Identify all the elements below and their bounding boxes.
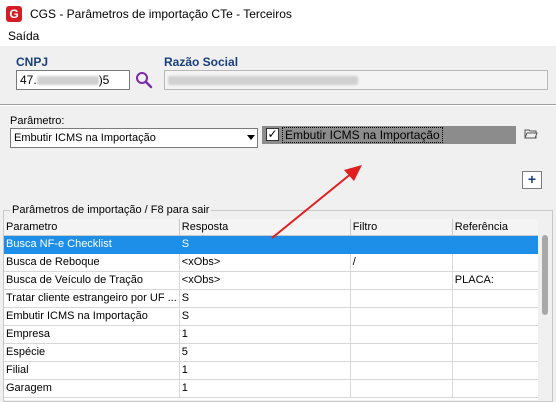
add-parameter-button[interactable]: + xyxy=(522,171,542,189)
cell-referencia xyxy=(452,343,545,362)
cell-parametro: Busca NF-e Checklist xyxy=(4,235,180,254)
cell-referencia xyxy=(452,307,545,326)
cell-parametro: Garagem xyxy=(4,379,180,398)
cell-referencia xyxy=(452,325,545,344)
parametro-value-panel: ✓ Embutir ICMS na Importação xyxy=(262,126,516,144)
cell-resposta: S xyxy=(179,307,351,326)
razao-social-label: Razão Social xyxy=(164,55,239,69)
cell-parametro: Empresa xyxy=(4,325,180,344)
cell-resposta: 1 xyxy=(179,361,351,380)
params-grid: Parametro Resposta Filtro Referência Bus… xyxy=(4,219,550,400)
cell-parametro: Tratar cliente estrangeiro por UF ... xyxy=(4,289,180,308)
cell-resposta: 1 xyxy=(179,325,351,344)
cell-filtro xyxy=(350,361,453,380)
app-icon: G xyxy=(6,6,22,22)
parametro-label: Parâmetro: xyxy=(10,115,65,127)
parametro-select[interactable]: Embutir ICMS na Importação xyxy=(10,128,258,148)
cell-parametro: Filial xyxy=(4,361,180,380)
divider-highlight xyxy=(0,105,556,106)
window-title: CGS - Parâmetros de importação CTe - Ter… xyxy=(30,7,292,21)
menu-bar: Saída xyxy=(0,28,556,46)
embutir-icms-checkbox-label[interactable]: Embutir ICMS na Importação xyxy=(282,127,443,143)
cnpj-label: CNPJ xyxy=(16,55,49,69)
table-row[interactable]: Busca NF-e Checklist S xyxy=(4,235,545,254)
cell-filtro xyxy=(350,379,453,398)
table-row[interactable]: Tratar cliente estrangeiro por UF ... S xyxy=(4,289,545,308)
razao-social-value xyxy=(168,73,358,87)
cell-resposta: S xyxy=(179,235,351,254)
cnpj-value: 47.)5 xyxy=(20,73,110,87)
razao-social-field[interactable] xyxy=(164,70,548,90)
table-row[interactable]: Espécie 5 xyxy=(4,343,545,362)
cell-referencia xyxy=(452,235,545,254)
cnpj-field[interactable]: 47.)5 xyxy=(16,70,130,90)
table-row[interactable]: Embutir ICMS na Importação S xyxy=(4,307,545,326)
menu-item-saida[interactable]: Saída xyxy=(8,29,39,43)
cell-resposta: 5 xyxy=(179,343,351,362)
cell-referencia: PLACA: xyxy=(452,271,545,290)
params-group-title: Parâmetros de importação / F8 para sair xyxy=(10,204,212,216)
cell-referencia xyxy=(452,253,545,272)
cell-parametro: Busca de Veículo de Tração xyxy=(4,271,180,290)
embutir-icms-checkbox[interactable]: ✓ xyxy=(266,128,279,141)
column-header-filtro[interactable]: Filtro xyxy=(350,219,453,236)
plus-icon: + xyxy=(527,171,537,187)
cell-filtro xyxy=(350,235,453,254)
cell-filtro xyxy=(350,343,453,362)
cell-parametro: Busca de Reboque xyxy=(4,253,180,272)
grid-scrollbar[interactable] xyxy=(538,219,552,400)
cell-parametro: Espécie xyxy=(4,343,180,362)
table-row[interactable]: Busca de Veículo de Tração <xObs> PLACA: xyxy=(4,271,545,290)
folder-open-icon[interactable] xyxy=(524,128,538,140)
cell-filtro xyxy=(350,325,453,344)
search-icon[interactable] xyxy=(134,70,154,90)
cell-filtro: / xyxy=(350,253,453,272)
cell-filtro xyxy=(350,289,453,308)
parametro-selected-value: Embutir ICMS na Importação xyxy=(14,132,156,144)
cell-resposta: S xyxy=(179,289,351,308)
column-header-referencia[interactable]: Referência xyxy=(452,219,545,236)
cell-referencia xyxy=(452,361,545,380)
scroll-thumb[interactable] xyxy=(542,235,548,315)
title-bar: G CGS - Parâmetros de importação CTe - T… xyxy=(0,0,556,28)
table-row[interactable]: Filial 1 xyxy=(4,361,545,380)
table-row[interactable]: Empresa 1 xyxy=(4,325,545,344)
cell-filtro xyxy=(350,307,453,326)
dropdown-arrow-icon[interactable] xyxy=(247,135,255,140)
cell-referencia xyxy=(452,379,545,398)
cell-resposta: <xObs> xyxy=(179,253,351,272)
cell-resposta: 1 xyxy=(179,379,351,398)
table-row[interactable]: Busca de Reboque <xObs> / xyxy=(4,253,545,272)
cell-parametro: Embutir ICMS na Importação xyxy=(4,307,180,326)
cell-resposta: <xObs> xyxy=(179,271,351,290)
cell-referencia xyxy=(452,289,545,308)
cell-filtro xyxy=(350,271,453,290)
grid-header-row: Parametro Resposta Filtro Referência xyxy=(4,219,545,236)
column-header-resposta[interactable]: Resposta xyxy=(179,219,351,236)
table-row[interactable]: Garagem 1 xyxy=(4,379,545,398)
column-header-parametro[interactable]: Parametro xyxy=(4,219,180,236)
